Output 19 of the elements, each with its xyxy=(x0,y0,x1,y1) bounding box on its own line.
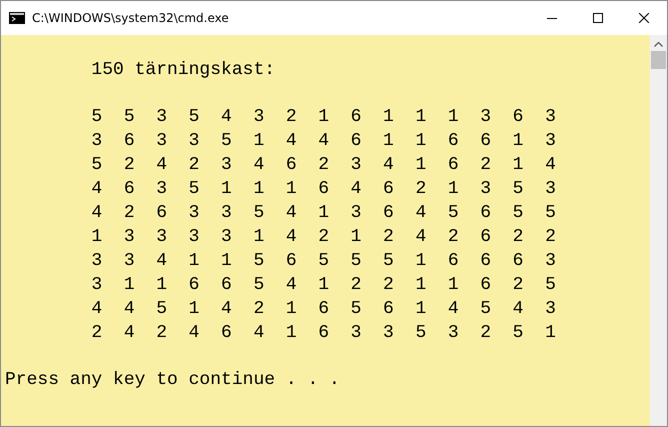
maximize-icon xyxy=(593,13,603,23)
dice-row-text: 2 4 2 4 6 4 1 6 3 3 5 3 2 5 1 xyxy=(90,322,557,345)
dice-row-text: 3 1 1 6 6 5 4 1 2 2 1 1 6 2 5 xyxy=(90,274,557,297)
dice-row-text: 4 2 6 3 3 5 4 1 3 6 4 5 6 5 5 xyxy=(90,202,557,225)
dice-row-text: 4 4 5 1 4 2 1 6 5 6 1 4 5 4 3 xyxy=(90,298,557,321)
scrollbar[interactable] xyxy=(650,35,667,426)
window-title: C:\WINDOWS\system32\cmd.exe xyxy=(32,11,229,25)
scroll-thumb[interactable] xyxy=(651,51,666,69)
dice-row-text: 5 5 3 5 4 3 2 1 6 1 1 1 3 6 3 xyxy=(90,106,557,129)
dice-row-text: 3 3 4 1 1 5 6 5 5 5 1 6 6 6 3 xyxy=(90,250,557,273)
console-heading: 150 tärningskast: xyxy=(90,59,276,82)
console-prompt: Press any key to continue . . . xyxy=(5,369,341,392)
dice-row-text: 4 6 3 5 1 1 1 6 4 6 2 1 3 5 3 xyxy=(90,178,557,201)
close-icon xyxy=(639,13,649,23)
dice-row-text: 5 2 4 2 3 4 6 2 3 4 1 6 2 1 4 xyxy=(90,154,557,177)
dice-row-text: 3 6 3 3 5 1 4 4 6 1 1 6 6 1 3 xyxy=(90,130,557,153)
terminal-icon xyxy=(9,12,25,24)
dice-row-text: 1 3 3 3 3 1 4 2 1 2 4 2 6 2 2 xyxy=(90,226,557,249)
scroll-up-icon[interactable] xyxy=(654,42,663,47)
